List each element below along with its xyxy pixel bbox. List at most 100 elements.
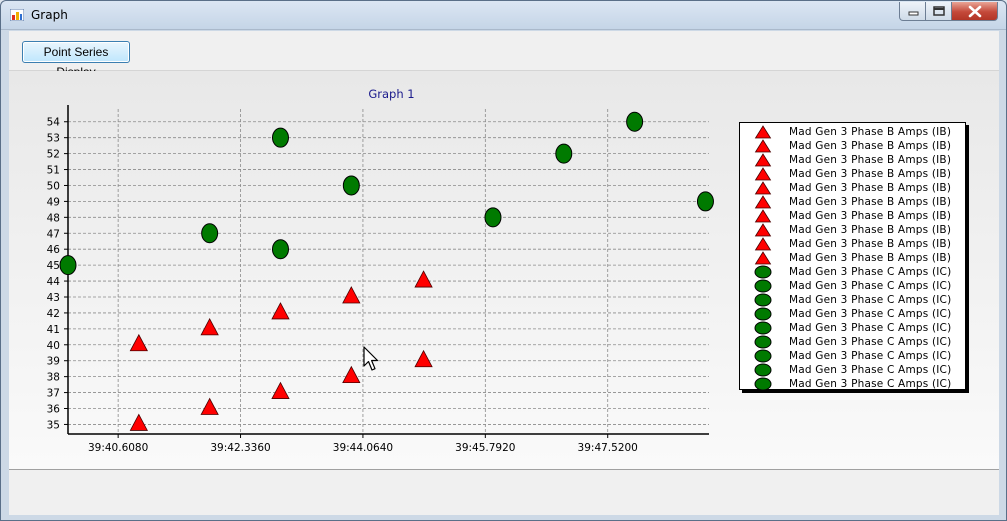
y-tick-label: 53	[47, 133, 60, 145]
point-series-display-button[interactable]: Point Series Display	[22, 41, 130, 79]
y-tick-label: 45	[47, 260, 60, 272]
y-tick-label: 43	[47, 292, 60, 304]
red-triangle-icon	[754, 223, 772, 237]
legend-item: Mad Gen 3 Phase B Amps (IB)	[740, 139, 965, 153]
legend-label: Mad Gen 3 Phase C Amps (IC)	[789, 280, 952, 292]
triangle-point	[271, 302, 290, 320]
minimize-icon	[908, 11, 919, 16]
y-tick-label: 36	[47, 404, 61, 416]
triangle-point	[342, 365, 361, 384]
legend-label: Mad Gen 3 Phase C Amps (IC)	[789, 350, 952, 362]
maximize-icon	[933, 6, 945, 16]
x-tick-label: 39:47.5200	[578, 442, 638, 454]
red-triangle-icon	[754, 153, 772, 167]
legend-item: Mad Gen 3 Phase C Amps (IC)	[740, 377, 965, 391]
green-circle-icon	[754, 293, 772, 307]
legend-label: Mad Gen 3 Phase C Amps (IC)	[789, 364, 952, 376]
circle-point	[271, 127, 289, 148]
legend-item: Mad Gen 3 Phase C Amps (IC)	[740, 321, 965, 335]
graph-window: Graph Point Series Display Graph 1 35 36 37…	[0, 0, 1007, 521]
legend-item: Mad Gen 3 Phase C Amps (IC)	[740, 349, 965, 363]
plot-markers	[59, 111, 714, 431]
legend-item: Mad Gen 3 Phase B Amps (IB)	[740, 181, 965, 195]
status-bar	[9, 469, 999, 515]
y-tick-label: 54	[47, 117, 61, 129]
legend-label: Mad Gen 3 Phase B Amps (IB)	[789, 224, 952, 236]
red-triangle-icon	[754, 195, 772, 209]
red-triangle-icon	[754, 139, 772, 153]
legend-label: Mad Gen 3 Phase C Amps (IC)	[789, 308, 952, 320]
legend-label: Mad Gen 3 Phase B Amps (IB)	[789, 126, 952, 138]
client-area: Point Series Display Graph 1 35 36 37 38 39 40…	[9, 31, 999, 515]
legend-label: Mad Gen 3 Phase C Amps (IC)	[789, 336, 952, 348]
red-triangle-icon	[754, 125, 772, 139]
x-tick-label: 39:44.0640	[333, 442, 393, 454]
green-circle-icon	[754, 265, 772, 279]
triangle-point	[414, 349, 433, 368]
triangle-point	[200, 318, 219, 336]
legend-item: Mad Gen 3 Phase C Amps (IC)	[740, 363, 965, 377]
legend-item: Mad Gen 3 Phase B Amps (IB)	[740, 167, 965, 181]
legend-item: Mad Gen 3 Phase C Amps (IC)	[740, 293, 965, 307]
legend-item: Mad Gen 3 Phase B Amps (IB)	[740, 153, 965, 167]
chart-title: Graph 1	[368, 87, 414, 101]
title-bar[interactable]: Graph	[1, 1, 1006, 30]
red-triangle-icon	[754, 251, 772, 265]
legend-label: Mad Gen 3 Phase B Amps (IB)	[789, 140, 952, 152]
green-circle-icon	[754, 321, 772, 335]
legend-item: Mad Gen 3 Phase C Amps (IC)	[740, 279, 965, 293]
chart-legend: Mad Gen 3 Phase B Amps (IB) Mad Gen 3 Pha…	[739, 122, 966, 391]
red-triangle-icon	[754, 209, 772, 223]
legend-item: Mad Gen 3 Phase B Amps (IB)	[740, 223, 965, 237]
circle-point	[342, 175, 360, 196]
triangle-point	[342, 286, 361, 304]
circle-point	[696, 191, 714, 212]
y-tick-label: 35	[47, 419, 60, 431]
close-icon	[968, 5, 982, 18]
y-tick-label: 37	[47, 388, 60, 400]
legend-label: Mad Gen 3 Phase C Amps (IC)	[789, 294, 952, 306]
y-tick-label: 44	[47, 276, 61, 288]
x-tick-label: 39:42.3360	[210, 442, 270, 454]
triangle-point	[414, 270, 433, 288]
legend-label: Mad Gen 3 Phase B Amps (IB)	[789, 168, 952, 180]
y-tick-label: 52	[47, 149, 60, 161]
y-tick-label: 49	[47, 196, 60, 208]
legend-label: Mad Gen 3 Phase B Amps (IB)	[789, 182, 952, 194]
minimize-button[interactable]	[899, 2, 926, 21]
legend-item: Mad Gen 3 Phase B Amps (IB)	[740, 195, 965, 209]
legend-item: Mad Gen 3 Phase B Amps (IB)	[740, 209, 965, 223]
y-tick-label: 50	[47, 180, 60, 192]
x-tick-label: 39:40.6080	[88, 442, 148, 454]
graph-panel: Graph 1 35 36 37 38 39 40 41 42 43 44 45 46 47 48 49 50 5…	[9, 71, 999, 469]
circle-point	[555, 143, 573, 164]
y-tick-label: 40	[47, 340, 60, 352]
window-title: Graph	[31, 8, 68, 22]
app-icon	[10, 9, 24, 21]
legend-label: Mad Gen 3 Phase B Amps (IB)	[789, 238, 952, 250]
red-triangle-icon	[754, 167, 772, 181]
legend-item: Mad Gen 3 Phase B Amps (IB)	[740, 125, 965, 139]
y-tick-label: 39	[47, 356, 60, 368]
legend-item: Mad Gen 3 Phase B Amps (IB)	[740, 251, 965, 265]
green-circle-icon	[754, 377, 772, 391]
maximize-button[interactable]	[926, 2, 952, 21]
y-tick-label: 46	[47, 244, 61, 256]
toolbar: Point Series Display	[9, 31, 999, 79]
y-tick-label: 41	[47, 324, 60, 336]
close-button[interactable]	[952, 2, 998, 21]
legend-label: Mad Gen 3 Phase B Amps (IB)	[789, 252, 952, 264]
legend-item: Mad Gen 3 Phase C Amps (IC)	[740, 307, 965, 321]
green-circle-icon	[754, 349, 772, 363]
legend-label: Mad Gen 3 Phase C Amps (IC)	[789, 266, 952, 278]
x-tick-label: 39:45.7920	[455, 442, 515, 454]
legend-label: Mad Gen 3 Phase B Amps (IB)	[789, 154, 952, 166]
legend-item: Mad Gen 3 Phase C Amps (IC)	[740, 335, 965, 349]
triangle-point	[129, 333, 148, 352]
y-tick-label: 48	[47, 212, 60, 224]
y-tick-label: 42	[47, 308, 60, 320]
red-triangle-icon	[754, 237, 772, 251]
triangle-point	[271, 381, 290, 399]
y-tick-label: 47	[47, 228, 60, 240]
legend-label: Mad Gen 3 Phase C Amps (IC)	[789, 322, 952, 334]
